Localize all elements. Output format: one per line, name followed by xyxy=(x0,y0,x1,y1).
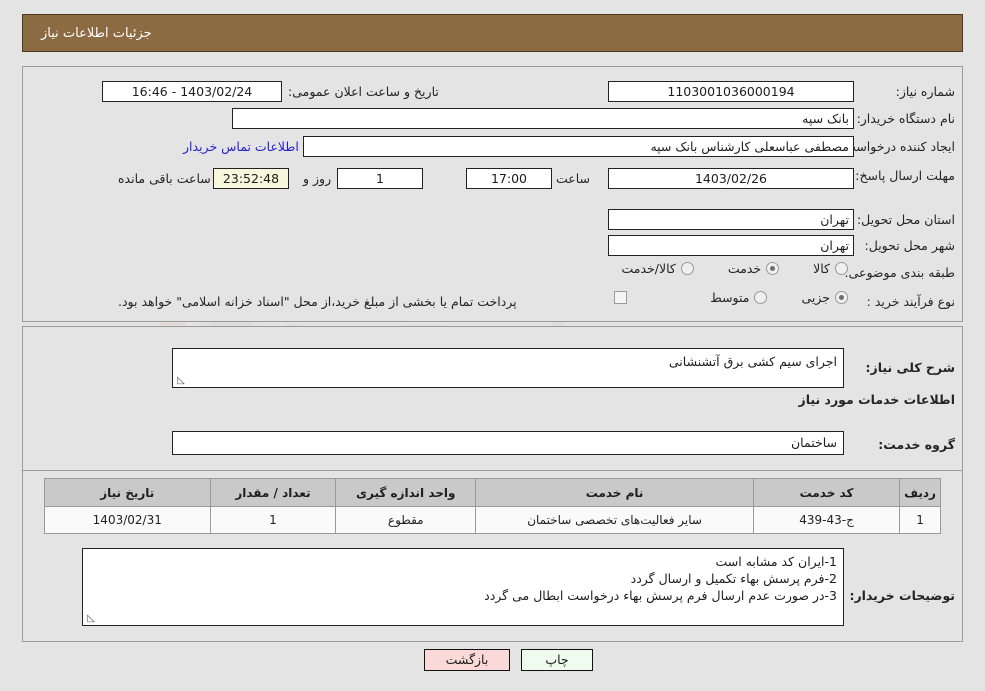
purchase-process-label: نوع فرآیند خرید : xyxy=(866,294,955,309)
back-button[interactable]: بازگشت xyxy=(424,649,510,671)
th-unit: واحد اندازه گیری xyxy=(335,478,477,507)
radio-label: متوسط xyxy=(710,290,750,305)
radio-process-motevaset[interactable]: متوسط xyxy=(710,290,768,305)
radio-category-kala[interactable]: کالا xyxy=(813,261,848,276)
buyer-note-line: 2-فرم پرسش بهاء تکمیل و ارسال گردد xyxy=(630,571,837,586)
buyer-notes-label: توضیحات خریدار: xyxy=(849,588,955,603)
announcement-value: 1403/02/24 - 16:46 xyxy=(102,81,282,102)
radio-category-khedmat[interactable]: خدمت xyxy=(727,261,780,276)
th-need-date: تاریخ نیاز xyxy=(44,478,211,507)
resize-grip-icon[interactable]: ◺ xyxy=(85,614,95,624)
subject-category-radio-group[interactable]: کالا خدمت کالا/خدمت xyxy=(540,261,848,276)
subject-category-label: طبقه بندی موضوعی: xyxy=(844,265,955,280)
print-button[interactable]: چاپ xyxy=(521,649,593,671)
need-number-label: شماره نیاز: xyxy=(895,84,955,99)
general-description-value: اجرای سیم کشی برق آتشنشانی xyxy=(668,354,837,369)
deadline-label: مهلت ارسال پاسخ: تا تاریخ: xyxy=(810,168,955,183)
cell-service-code: ج-43-439 xyxy=(753,506,901,534)
request-creator-value: مصطفی عباسعلی کارشناس بانک سپه xyxy=(303,136,854,157)
resize-grip-icon[interactable]: ◺ xyxy=(175,376,185,386)
general-description-label: شرح کلی نیاز: xyxy=(865,360,955,375)
radio-circle-icon xyxy=(680,262,694,275)
cell-service-name: سایر فعالیت‌های تخصصی ساختمان xyxy=(475,506,755,534)
radio-label: خدمت xyxy=(727,261,762,276)
radio-circle-icon xyxy=(754,291,768,304)
cell-quantity: 1 xyxy=(209,506,337,534)
table-header-row: ردیف کد خدمت نام خدمت واحد اندازه گیری ت… xyxy=(44,478,941,507)
deadline-date-value: 1403/02/26 xyxy=(608,168,854,189)
remaining-days-value: 1 xyxy=(337,168,423,189)
page-header-bar: جزئیات اطلاعات نیاز xyxy=(22,14,963,52)
buyer-org-label: نام دستگاه خریدار: xyxy=(856,111,955,126)
radio-circle-icon xyxy=(835,262,848,275)
cell-unit: مقطوع xyxy=(335,506,477,534)
buyer-org-value: بانک سپه xyxy=(232,108,854,129)
service-group-label: گروه خدمت: xyxy=(878,437,955,452)
countdown-timer: 23:52:48 xyxy=(213,168,289,189)
delivery-province-value: تهران xyxy=(608,209,854,230)
delivery-province-label: استان محل تحویل: xyxy=(856,212,955,227)
radio-category-kala-khedmat[interactable]: کالا/خدمت xyxy=(621,261,694,276)
buyer-contact-link[interactable]: اطلاعات تماس خریدار xyxy=(183,139,299,154)
radio-circle-selected-icon xyxy=(766,262,780,275)
need-number-value: 1103001036000194 xyxy=(608,81,854,102)
hour-label: ساعت xyxy=(556,171,591,186)
th-service-name: نام خدمت xyxy=(475,478,755,507)
delivery-city-label: شهر محل تحویل: xyxy=(864,238,955,253)
th-quantity: تعداد / مقدار xyxy=(209,478,337,507)
days-label: روز و xyxy=(303,171,332,186)
th-index: ردیف xyxy=(899,478,941,507)
treasury-bonds-checkbox[interactable] xyxy=(614,291,627,304)
radio-circle-selected-icon xyxy=(835,291,848,304)
cell-need-date: 1403/02/31 xyxy=(44,506,211,534)
radio-label: کالا xyxy=(813,261,830,276)
request-creator-label: ایجاد کننده درخواست: xyxy=(839,139,955,154)
delivery-city-value: تهران xyxy=(608,235,854,256)
th-service-code: کد خدمت xyxy=(753,478,901,507)
buyer-note-line: 3-در صورت عدم ارسال فرم پرسش بهاء درخواس… xyxy=(484,588,837,603)
general-description-textarea[interactable]: اجرای سیم کشی برق آتشنشانی ◺ xyxy=(172,348,844,388)
services-section-title: اطلاعات خدمات مورد نیاز xyxy=(798,392,956,407)
services-table: ردیف کد خدمت نام خدمت واحد اندازه گیری ت… xyxy=(44,478,941,534)
table-row: 1 ج-43-439 سایر فعالیت‌های تخصصی ساختمان… xyxy=(44,506,941,534)
service-group-value-box[interactable]: ساختمان xyxy=(172,431,844,455)
buyer-note-line: 1-ایران کد مشابه است xyxy=(715,554,837,569)
radio-process-jozei[interactable]: جزیی xyxy=(801,290,848,305)
buyer-notes-textarea[interactable]: 1-ایران کد مشابه است 2-فرم پرسش بهاء تکم… xyxy=(82,548,844,626)
radio-label: کالا/خدمت xyxy=(621,261,676,276)
treasury-bonds-text: پرداخت تمام یا بخشی از مبلغ خرید،از محل … xyxy=(118,294,517,309)
deadline-time-value: 17:00 xyxy=(466,168,552,189)
page-title: جزئیات اطلاعات نیاز xyxy=(41,25,152,41)
need-info-panel xyxy=(22,66,963,322)
announcement-label: تاریخ و ساعت اعلان عمومی: xyxy=(288,84,439,99)
radio-label: جزیی xyxy=(801,290,830,305)
service-group-value: ساختمان xyxy=(791,435,837,450)
purchase-process-radio-group[interactable]: جزیی متوسط xyxy=(660,290,848,305)
remaining-hours-label: ساعت باقی مانده xyxy=(118,171,211,186)
cell-index: 1 xyxy=(899,506,941,534)
